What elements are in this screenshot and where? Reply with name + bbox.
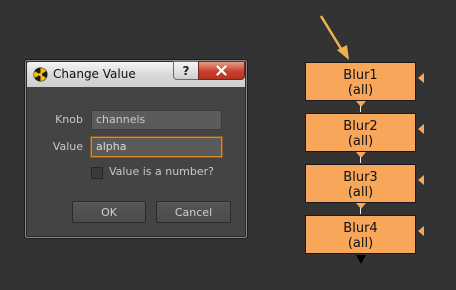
knob-label: Knob xyxy=(55,113,83,126)
ok-button-label: OK xyxy=(101,205,117,219)
dialog-titlebar[interactable]: Change Value ? xyxy=(27,61,245,87)
knob-field[interactable]: channels xyxy=(91,110,222,130)
close-button[interactable] xyxy=(198,61,245,80)
node-blur3[interactable]: Blur3 (all) xyxy=(305,164,416,203)
node-blur4[interactable]: Blur4 (all) xyxy=(305,215,416,254)
value-is-number-label: Value is a number? xyxy=(109,165,214,178)
node-blur2[interactable]: Blur2 (all) xyxy=(305,113,416,152)
value-label: Value xyxy=(52,140,83,153)
value-is-number-checkbox[interactable] xyxy=(91,167,103,179)
node-mask-input-icon[interactable] xyxy=(418,124,424,134)
nuke-app-icon xyxy=(33,67,48,82)
node-output-icon[interactable] xyxy=(356,203,366,209)
dialog-title: Change Value xyxy=(53,67,136,81)
node-channels: (all) xyxy=(347,236,374,251)
cancel-button[interactable]: Cancel xyxy=(156,201,231,223)
node-channels: (all) xyxy=(347,185,374,200)
change-value-dialog: Change Value ? Knob channels Value alpha… xyxy=(24,59,248,239)
pointer-arrow-icon xyxy=(319,15,349,60)
value-field[interactable]: alpha xyxy=(91,137,222,157)
node-mask-input-icon[interactable] xyxy=(418,175,424,185)
node-channels: (all) xyxy=(347,83,374,98)
ok-button[interactable]: OK xyxy=(72,201,146,223)
node-mask-input-icon[interactable] xyxy=(418,73,424,83)
cancel-button-label: Cancel xyxy=(174,205,213,219)
close-icon xyxy=(216,65,227,76)
node-mask-input-icon[interactable] xyxy=(418,226,424,236)
node-name: Blur2 xyxy=(343,119,378,134)
node-name: Blur4 xyxy=(343,221,378,236)
node-output-icon[interactable] xyxy=(356,101,366,107)
node-blur1[interactable]: Blur1 (all) xyxy=(305,62,416,101)
node-channels: (all) xyxy=(347,134,374,149)
node-name: Blur1 xyxy=(343,68,378,83)
help-button[interactable]: ? xyxy=(173,61,199,80)
node-output-icon[interactable] xyxy=(356,152,366,158)
node-output-icon[interactable] xyxy=(356,255,366,264)
node-name: Blur3 xyxy=(343,170,378,185)
help-icon: ? xyxy=(182,63,190,78)
